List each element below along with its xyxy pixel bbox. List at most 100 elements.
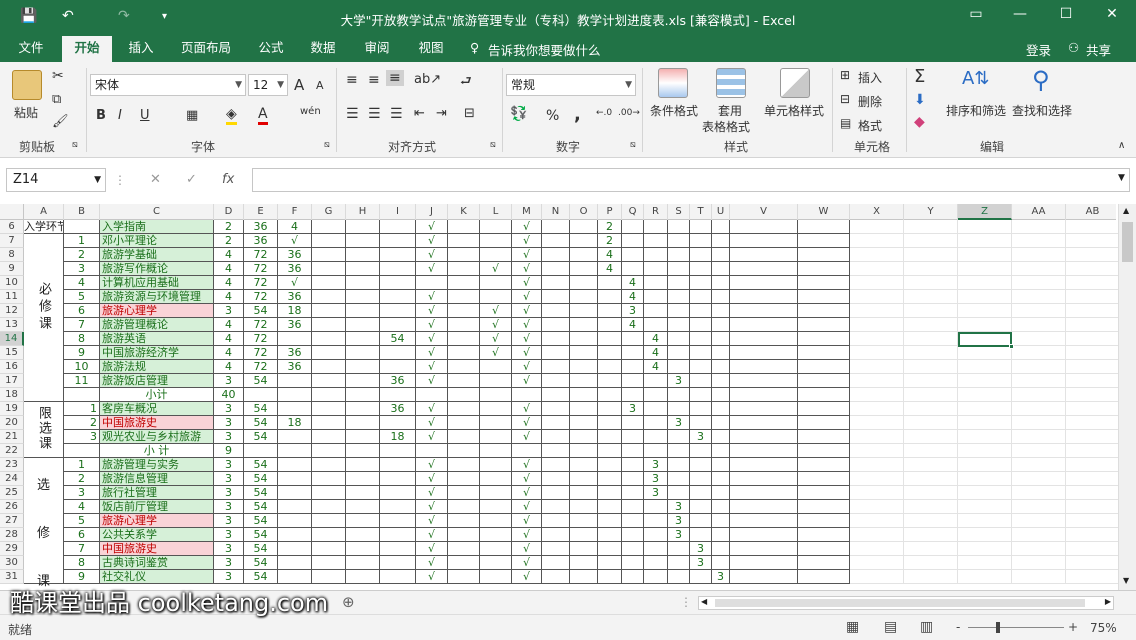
align-top-icon[interactable]: ≡ [346,72,358,88]
scroll-right-icon[interactable]: ▶ [1105,597,1111,606]
cell[interactable] [798,528,850,542]
cell[interactable] [278,472,312,486]
tab-home[interactable]: 开始 [62,36,112,62]
cell[interactable] [712,514,730,528]
course-name-cell[interactable]: 邓小平理论 [100,234,214,248]
cell[interactable] [1012,290,1066,304]
cell[interactable] [730,304,798,318]
column-header-m[interactable]: M [512,204,542,220]
cell[interactable] [570,556,598,570]
course-name-cell[interactable]: 旅游写作概论 [100,262,214,276]
cell[interactable] [712,416,730,430]
cell[interactable] [1066,402,1120,416]
cell[interactable] [622,332,644,346]
cell[interactable] [904,388,958,402]
cell[interactable] [570,276,598,290]
cell[interactable] [380,472,416,486]
cell[interactable]: 72 [244,318,278,332]
align-center-icon[interactable]: ☰ [368,106,381,122]
cell[interactable]: √ [416,234,448,248]
cell[interactable]: 3 [64,486,100,500]
cell[interactable] [598,542,622,556]
cell[interactable] [542,304,570,318]
cell[interactable] [904,374,958,388]
cell[interactable] [480,486,512,500]
cell[interactable] [730,570,798,584]
cell[interactable] [312,528,346,542]
cell[interactable]: √ [416,430,448,444]
cell[interactable] [644,262,668,276]
cell[interactable]: √ [278,234,312,248]
cell[interactable]: 3 [712,570,730,584]
cell[interactable] [448,220,480,234]
cell[interactable] [730,276,798,290]
delete-cells-button[interactable]: 删除 [858,93,882,110]
cell[interactable] [958,346,1012,360]
column-header-j[interactable]: J [416,204,448,220]
cell[interactable] [690,486,712,500]
cell[interactable] [850,542,904,556]
cell[interactable] [668,556,690,570]
cell[interactable] [1012,346,1066,360]
cell[interactable] [850,262,904,276]
cell[interactable]: 4 [278,220,312,234]
cell[interactable] [278,332,312,346]
cell[interactable]: 3 [214,556,244,570]
cell[interactable] [1012,248,1066,262]
column-header-l[interactable]: L [480,204,512,220]
cell[interactable] [312,248,346,262]
cell[interactable]: 3 [214,570,244,584]
cell[interactable] [668,430,690,444]
cell[interactable] [312,234,346,248]
cell[interactable] [798,458,850,472]
cell[interactable] [730,430,798,444]
cell[interactable] [958,290,1012,304]
cell[interactable] [730,542,798,556]
format-cells-button[interactable]: 格式 [858,117,882,134]
cell[interactable] [570,304,598,318]
cell[interactable] [798,374,850,388]
normal-view-icon[interactable]: ▦ [846,619,859,635]
course-name-cell[interactable]: 中国旅游史 [100,542,214,556]
cell[interactable] [904,500,958,514]
cell[interactable] [798,472,850,486]
cell[interactable] [598,346,622,360]
cell[interactable]: 9 [214,444,244,458]
zoom-level[interactable]: 75% [1090,621,1117,635]
cell[interactable] [1012,304,1066,318]
cell[interactable]: 54 [244,402,278,416]
cell[interactable] [346,248,380,262]
cell[interactable]: √ [512,332,542,346]
format-cells-icon[interactable]: ▤ [840,116,851,130]
cell[interactable] [1066,416,1120,430]
course-name-cell[interactable]: 入学指南 [100,220,214,234]
cell[interactable] [1012,472,1066,486]
cell[interactable] [380,556,416,570]
cell[interactable] [850,556,904,570]
font-name-dropdown[interactable]: 宋体 ▼ [90,74,246,96]
merge-center-icon[interactable]: ⊟ [464,106,475,121]
cell[interactable] [1066,276,1120,290]
course-name-cell[interactable]: 古典诗词鉴赏 [100,556,214,570]
cell[interactable] [542,444,570,458]
cell[interactable]: √ [278,276,312,290]
row-header-6[interactable]: 6 [0,220,24,234]
column-header-b[interactable]: B [64,204,100,220]
cell[interactable] [798,332,850,346]
cell[interactable] [644,416,668,430]
cell[interactable] [448,500,480,514]
cell[interactable] [346,332,380,346]
cell[interactable]: √ [512,220,542,234]
cell[interactable]: √ [512,430,542,444]
cell[interactable]: 54 [244,430,278,444]
cell[interactable]: 1 [64,234,100,248]
cell[interactable] [798,248,850,262]
cell[interactable]: √ [512,472,542,486]
cell[interactable] [730,332,798,346]
cell[interactable] [598,318,622,332]
tab-formulas[interactable]: 公式 [248,36,294,62]
cell[interactable] [570,416,598,430]
cell[interactable] [312,332,346,346]
cell[interactable] [644,276,668,290]
cell[interactable] [570,234,598,248]
